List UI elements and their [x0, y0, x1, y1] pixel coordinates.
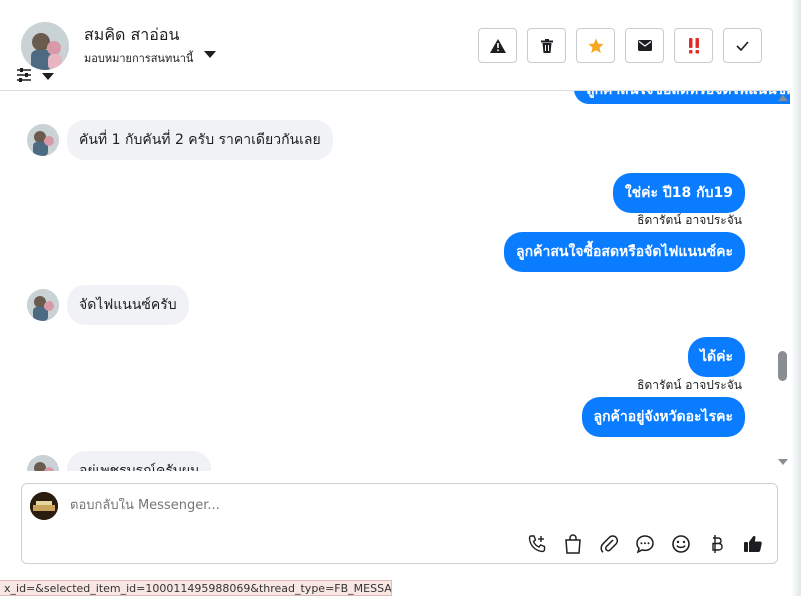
page-avatar [30, 492, 58, 520]
paperclip-icon[interactable] [595, 530, 623, 558]
call-plus-icon[interactable] [523, 530, 551, 558]
contact-avatar-small [27, 124, 59, 156]
delete-button[interactable] [527, 28, 566, 63]
message-bubble-outgoing[interactable]: ใช่ค่ะ ปี18 กับ19 [612, 173, 745, 213]
trash-icon [540, 38, 553, 53]
message-bubble-incoming[interactable]: จัดไฟแนนซ์ครับ [67, 285, 189, 325]
message-bubble-outgoing[interactable]: ลูกค้าอยู่จังหวัดอะไรคะ [581, 397, 745, 437]
exclamation-icon [688, 37, 699, 53]
filter-caret-icon[interactable] [42, 73, 54, 80]
message-bubble-incoming[interactable]: คันที่ 1 กับคันที่ 2 ครับ ราคาเดียวกันเล… [67, 120, 333, 160]
message-thread: ลูกค้าสนใจซื้อสดหรือจัดไฟแนนซ์คะ คันที่ … [0, 91, 790, 471]
report-button[interactable] [478, 28, 517, 63]
thread-scroll-down-icon[interactable] [778, 459, 788, 465]
star-icon [587, 38, 604, 53]
reply-composer [21, 483, 778, 564]
filter-sliders-icon[interactable] [16, 68, 32, 82]
priority-button[interactable] [674, 28, 713, 63]
inbox-conversation-panel: สมคิด สาอ่อน มอบหมายการสนทนานี้ คันที่ 1… [0, 0, 801, 596]
assign-caret-icon[interactable] [204, 51, 216, 58]
contact-avatar[interactable] [21, 22, 69, 70]
check-icon [736, 40, 749, 51]
sender-name: ธิดารัตน์ อาจประจัน [637, 213, 742, 227]
sender-name: ธิดารัตน์ อาจประจัน [637, 378, 742, 392]
contact-avatar-small [27, 289, 59, 321]
mark-done-button[interactable] [723, 28, 762, 63]
status-bar-url: x_id=&selected_item_id=100011495988069&t… [0, 580, 392, 596]
contact-name[interactable]: สมคิด สาอ่อน [84, 23, 179, 48]
header-actions [478, 28, 762, 63]
assign-conversation-label[interactable]: มอบหมายการสนทนานี้ [84, 49, 193, 67]
mark-unread-button[interactable] [625, 28, 664, 63]
message-bubble-outgoing[interactable]: ลูกค้าสนใจซื้อสดหรือจัดไฟแนนซ์คะ [574, 91, 790, 104]
message-bubble-outgoing[interactable]: ลูกค้าสนใจซื้อสดหรือจัดไฟแนนซ์คะ [504, 232, 745, 272]
star-button[interactable] [576, 28, 615, 63]
message-bubble-incoming[interactable]: อยู่เพชรบูรณ์ครับผม [67, 451, 212, 471]
thumbs-up-icon[interactable] [739, 530, 767, 558]
composer-tools [523, 530, 767, 558]
thread-scroll-up-icon[interactable] [778, 95, 788, 101]
warning-icon [489, 38, 506, 53]
envelope-icon [637, 40, 652, 51]
shopping-bag-icon[interactable] [559, 530, 587, 558]
window-edge [791, 0, 801, 596]
baht-icon[interactable] [703, 530, 731, 558]
reply-input[interactable] [70, 498, 750, 513]
thread-scrollbar-thumb[interactable] [778, 351, 787, 381]
chat-bubble-icon[interactable] [631, 530, 659, 558]
contact-avatar-small [27, 455, 59, 471]
message-bubble-outgoing[interactable]: ได้ค่ะ [687, 337, 745, 377]
emoji-icon[interactable] [667, 530, 695, 558]
conversation-header: สมคิด สาอ่อน มอบหมายการสนทนานี้ [0, 0, 790, 91]
